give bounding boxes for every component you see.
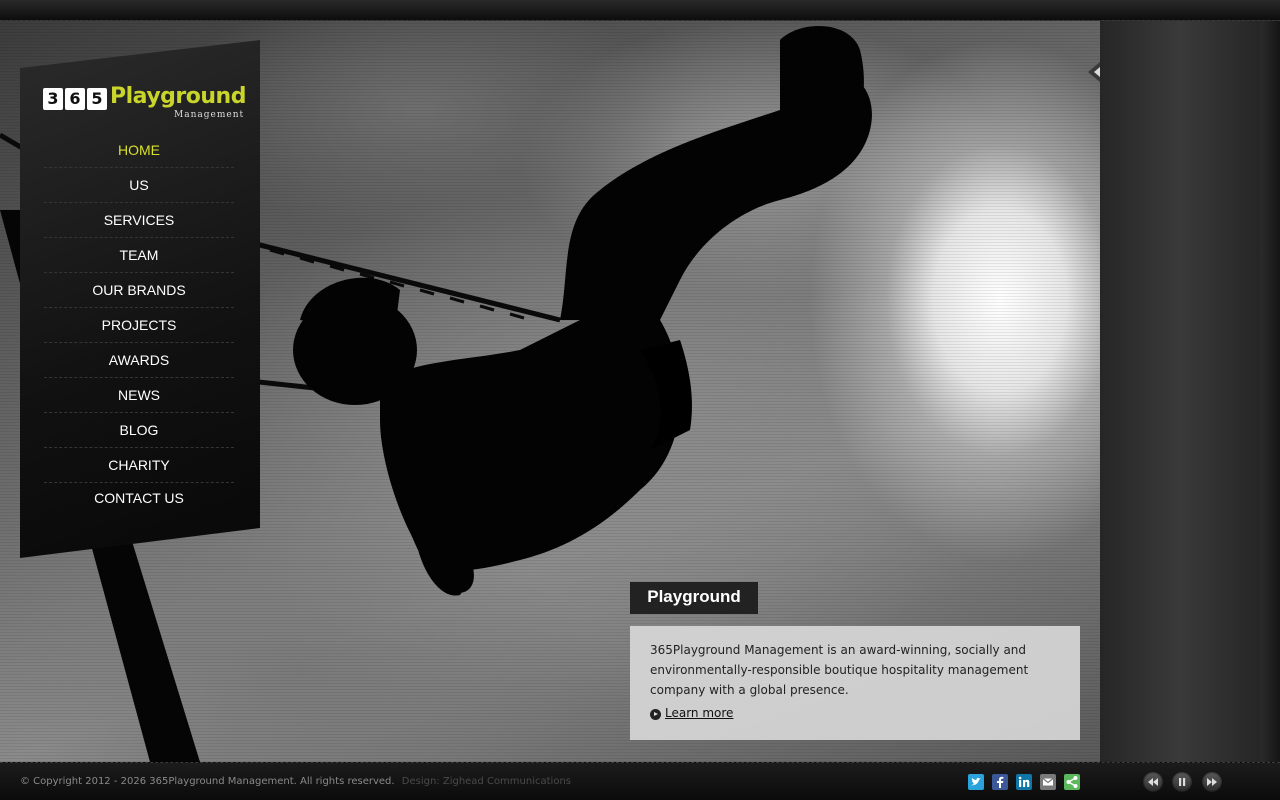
- copyright: © Copyright 2012 - 2026 365Playground Ma…: [20, 776, 571, 787]
- thumbnail-strip: [1100, 20, 1260, 762]
- nav-item-contact-us[interactable]: CONTACT US: [44, 483, 234, 513]
- facebook-icon: [997, 776, 1004, 788]
- email-icon: [1042, 778, 1054, 786]
- next-slide-button[interactable]: [1202, 772, 1222, 792]
- nav-item-awards[interactable]: AWARDS: [44, 343, 234, 378]
- slide-caption: 365Playground Management is an award-win…: [630, 626, 1080, 740]
- nav-item-team[interactable]: TEAM: [44, 238, 234, 273]
- nav-item-services[interactable]: SERVICES: [44, 203, 234, 238]
- twitter-button[interactable]: [968, 774, 984, 790]
- next-icon: [1207, 778, 1217, 786]
- linkedin-button[interactable]: [1016, 774, 1032, 790]
- footer: © Copyright 2012 - 2026 365Playground Ma…: [0, 762, 1280, 800]
- chevron-left-icon: [1094, 67, 1100, 77]
- linkedin-icon: [1018, 776, 1030, 787]
- logo[interactable]: 3 6 5 Playground Management: [43, 84, 246, 122]
- nav-item-projects[interactable]: PROJECTS: [44, 308, 234, 343]
- play-circle-icon: [650, 709, 661, 720]
- page: 3 6 5 Playground Management HOME US SERV…: [0, 0, 1280, 800]
- logo-digit: 3: [43, 88, 63, 110]
- logo-digit: 5: [87, 88, 107, 110]
- share-button[interactable]: [1064, 774, 1080, 790]
- thumbnail-strip-edge: [1260, 20, 1280, 762]
- twitter-icon: [971, 777, 981, 786]
- nav-item-our-brands[interactable]: OUR BRANDS: [44, 273, 234, 308]
- previous-slide-button[interactable]: [1143, 772, 1163, 792]
- nav-item-home[interactable]: HOME: [44, 133, 234, 168]
- logo-digit: 6: [65, 88, 85, 110]
- nav-item-charity[interactable]: CHARITY: [44, 448, 234, 483]
- logo-subtitle: Management: [174, 110, 245, 120]
- learn-more-label: Learn more: [665, 706, 734, 720]
- pause-slideshow-button[interactable]: [1172, 772, 1192, 792]
- main-nav: HOME US SERVICES TEAM OUR BRANDS PROJECT…: [44, 133, 234, 513]
- nav-item-news[interactable]: NEWS: [44, 378, 234, 413]
- previous-icon: [1148, 778, 1158, 786]
- logo-wordmark: Playground: [110, 84, 246, 109]
- pause-icon: [1179, 778, 1186, 786]
- facebook-button[interactable]: [992, 774, 1008, 790]
- design-credit-link[interactable]: Design: Zighead Communications: [402, 776, 571, 787]
- slide-title: Playground: [630, 582, 758, 614]
- learn-more-link[interactable]: Learn more: [650, 706, 733, 720]
- share-icon: [1066, 776, 1078, 788]
- top-bar: [0, 0, 1280, 21]
- copyright-text: © Copyright 2012 - 2026 365Playground Ma…: [20, 776, 395, 787]
- email-button[interactable]: [1040, 774, 1056, 790]
- nav-item-us[interactable]: US: [44, 168, 234, 203]
- slide-description: 365Playground Management is an award-win…: [650, 643, 1029, 697]
- nav-panel: 3 6 5 Playground Management HOME US SERV…: [20, 40, 260, 558]
- nav-item-blog[interactable]: BLOG: [44, 413, 234, 448]
